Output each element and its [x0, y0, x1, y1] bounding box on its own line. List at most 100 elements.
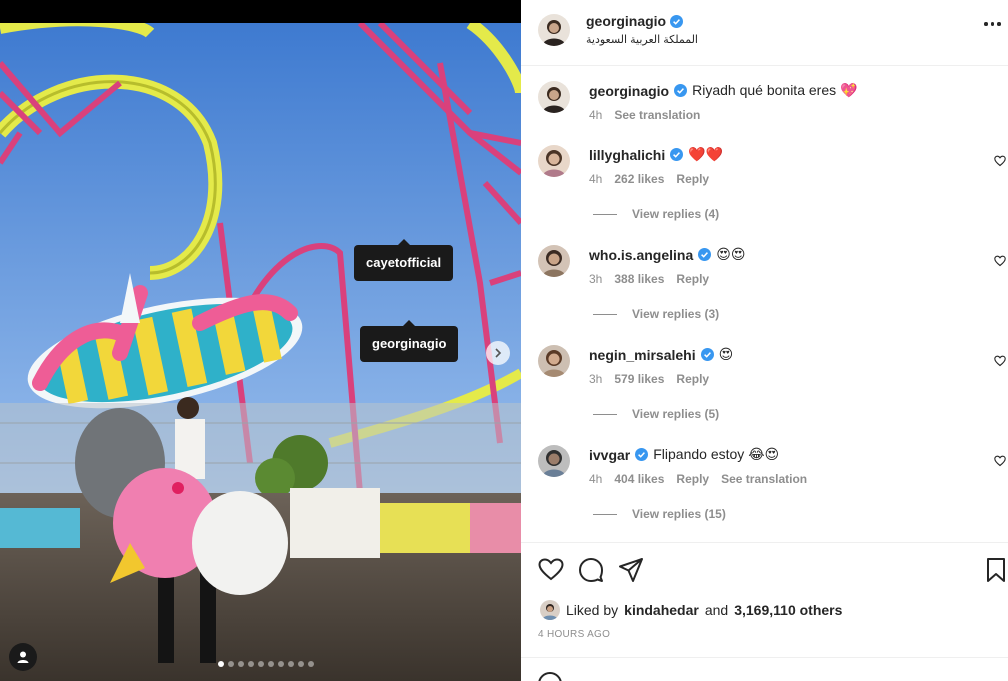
comment-line: ivvgar Flipando estoy 😂😍	[589, 446, 779, 463]
post-timestamp[interactable]: 4 HOURS AGO	[538, 629, 610, 640]
commenter-avatar[interactable]	[538, 445, 570, 477]
view-replies-label: View replies (3)	[632, 307, 720, 321]
comment-reply-button[interactable]: Reply	[676, 272, 709, 286]
caption-line: georginagio Riyadh qué bonita eres 💖	[589, 82, 857, 99]
comments-list[interactable]: georginagio Riyadh qué bonita eres 💖 4h …	[521, 66, 1008, 542]
post-location[interactable]: المملكة العربية السعودية	[586, 33, 698, 46]
caption-username[interactable]: georginagio	[589, 83, 669, 99]
author-username[interactable]: georginagio	[586, 13, 684, 29]
author-avatar[interactable]	[538, 14, 570, 46]
post-details-panel: georginagio المملكة العربية السعودية geo…	[521, 0, 1008, 681]
user-tag-georginagio[interactable]: georginagio	[360, 320, 459, 362]
view-replies-label: View replies (5)	[632, 407, 720, 421]
post-actions: Liked by kindahedar and 3,169,110 others…	[521, 542, 1008, 662]
comment-time[interactable]: 3h	[589, 372, 602, 386]
comment-like-heart-icon[interactable]	[994, 155, 1006, 167]
liked-by-and: and	[704, 602, 729, 618]
author-username-text[interactable]: georginagio	[586, 13, 666, 29]
comment-line: who.is.angelina 😍😍	[589, 246, 745, 263]
author-avatar-small[interactable]	[538, 81, 570, 113]
verified-badge-icon	[635, 448, 649, 461]
more-dot	[997, 22, 1001, 26]
liked-by-prefix: Liked by	[566, 602, 619, 618]
comment-likes[interactable]: 388 likes	[614, 272, 664, 286]
comment-username[interactable]: negin_mirsalehi	[589, 347, 696, 363]
view-replies-button[interactable]: View replies (3)	[593, 307, 719, 321]
commenter-avatar[interactable]	[538, 245, 570, 277]
comment-like-heart-icon[interactable]	[994, 355, 1006, 367]
comment-reply-button[interactable]: Reply	[676, 472, 709, 486]
carousel-dot	[257, 661, 264, 667]
view-replies-label: View replies (15)	[632, 507, 726, 521]
carousel-dot	[287, 661, 294, 667]
comment-bubble-icon[interactable]	[578, 557, 604, 583]
commenter-avatar[interactable]	[538, 345, 570, 377]
comment-reply-button[interactable]: Reply	[676, 172, 709, 186]
view-replies-line	[593, 313, 617, 315]
more-dot	[990, 22, 994, 26]
verified-badge-icon	[674, 84, 688, 97]
comment-username[interactable]: lillyghalichi	[589, 147, 665, 163]
comment-username[interactable]: who.is.angelina	[589, 247, 693, 263]
comment-reply-button[interactable]: Reply	[676, 372, 709, 386]
view-replies-line	[593, 213, 617, 215]
see-translation-link[interactable]: See translation	[614, 108, 700, 122]
carousel-dot	[307, 661, 314, 667]
comment-meta: 4h 262 likes Reply	[589, 172, 721, 186]
carousel-next-button[interactable]	[486, 341, 510, 365]
verified-badge-icon	[700, 348, 714, 361]
comment-time[interactable]: 3h	[589, 272, 602, 286]
comment-line: lillyghalichi ❤️❤️	[589, 146, 723, 163]
liker-avatar[interactable]	[540, 600, 560, 620]
comment-username[interactable]: ivvgar	[589, 447, 630, 463]
carousel-dot	[267, 661, 274, 667]
carousel-dot	[297, 661, 304, 667]
comment-likes[interactable]: 404 likes	[614, 472, 664, 486]
share-paper-plane-icon[interactable]	[618, 557, 644, 583]
comment-like-heart-icon[interactable]	[994, 255, 1006, 267]
verified-badge-icon	[670, 14, 684, 28]
liked-by-user[interactable]: kindahedar	[624, 602, 699, 618]
view-replies-button[interactable]: View replies (4)	[593, 207, 719, 221]
verified-badge-icon	[698, 248, 712, 261]
comment-see-translation[interactable]: See translation	[721, 472, 807, 486]
liked-by-others[interactable]: 3,169,110 others	[734, 602, 842, 618]
add-comment-bar[interactable]	[521, 657, 1008, 681]
post-header: georginagio المملكة العربية السعودية	[521, 0, 1008, 66]
carousel-dot	[247, 661, 254, 667]
comment-likes[interactable]: 579 likes	[614, 372, 664, 386]
comment-text: 😍😍	[716, 246, 746, 262]
verified-badge-icon	[670, 148, 684, 161]
comment-text: ❤️❤️	[688, 146, 724, 162]
carousel-indicator	[0, 661, 521, 667]
view-replies-button[interactable]: View replies (15)	[593, 507, 726, 521]
carousel-dot	[227, 661, 234, 667]
more-options-button[interactable]	[984, 22, 1001, 26]
comment-text: 😍	[718, 346, 734, 362]
user-tag-cayetofficial[interactable]: cayetofficial	[354, 239, 454, 281]
view-replies-line	[593, 513, 617, 515]
commenter-avatar[interactable]	[538, 145, 570, 177]
emoji-icon[interactable]	[538, 672, 562, 681]
comment-meta: 3h 579 likes Reply	[589, 372, 721, 386]
view-replies-button[interactable]: View replies (5)	[593, 407, 719, 421]
comment-time[interactable]: 4h	[589, 472, 602, 486]
carousel-dot	[217, 661, 224, 667]
comment-time[interactable]: 4h	[589, 172, 602, 186]
save-bookmark-icon[interactable]	[983, 557, 1008, 583]
comment-likes[interactable]: 262 likes	[614, 172, 664, 186]
view-replies-line	[593, 413, 617, 415]
caption-meta: 4h See translation	[589, 108, 700, 122]
post-media[interactable]: cayetofficial georginagio	[0, 23, 521, 681]
carousel-dot	[277, 661, 284, 667]
comment-text: Flipando estoy 😂😍	[653, 446, 780, 462]
comment-like-heart-icon[interactable]	[994, 455, 1006, 467]
view-replies-label: View replies (4)	[632, 207, 720, 221]
likes-summary: Liked by kindahedar and 3,169,110 others	[540, 600, 842, 620]
comment-meta: 3h 388 likes Reply	[589, 272, 721, 286]
chevron-right-icon	[495, 348, 502, 358]
like-heart-icon[interactable]	[538, 557, 564, 583]
caption-text: Riyadh qué bonita eres 💖	[692, 82, 858, 98]
more-dot	[984, 22, 988, 26]
caption-time[interactable]: 4h	[589, 108, 602, 122]
